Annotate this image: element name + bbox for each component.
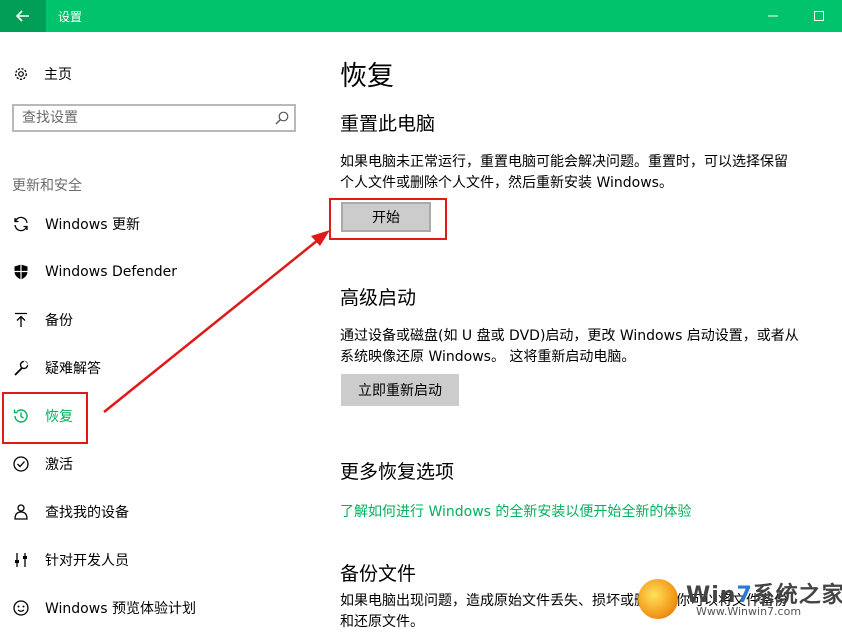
person-location-icon: [12, 503, 30, 521]
home-label: 主页: [44, 67, 72, 83]
maximize-button[interactable]: [796, 0, 842, 32]
wrench-icon: [12, 359, 30, 377]
sidebar-item-label: 备份: [45, 313, 73, 329]
search-input[interactable]: [22, 109, 262, 127]
back-arrow-icon: [16, 10, 29, 22]
shield-icon: [12, 263, 30, 281]
minimize-button[interactable]: [750, 0, 796, 32]
watermark-logo: [638, 579, 678, 619]
backup-files-title: 备份文件: [340, 563, 417, 585]
reset-section-title: 重置此电脑: [340, 113, 436, 135]
reset-start-button[interactable]: 开始: [341, 202, 431, 232]
minimize-icon: [768, 15, 778, 17]
advanced-startup-title: 高级启动: [340, 287, 417, 309]
restart-now-button[interactable]: 立即重新启动: [341, 374, 459, 406]
sidebar-item-troubleshoot[interactable]: 疑难解答: [12, 356, 302, 380]
sidebar-item-find-my-device[interactable]: 查找我的设备: [12, 500, 302, 524]
title-bar: 设置: [0, 0, 842, 32]
group-title: 更新和安全: [12, 178, 82, 194]
sidebar-item-label: 查找我的设备: [45, 505, 129, 521]
watermark-url: Www.Winwin7.com: [696, 605, 802, 618]
home-nav-item[interactable]: 主页: [12, 62, 72, 86]
advanced-startup-description: 通过设备或磁盘(如 U 盘或 DVD)启动，更改 Windows 启动设置，或者…: [340, 328, 799, 365]
sidebar-item-label: 疑难解答: [45, 361, 101, 377]
app-title: 设置: [58, 10, 83, 24]
reset-description: 如果电脑未正常运行，重置电脑可能会解决问题。重置时，可以选择保留个人文件或删除个…: [340, 154, 788, 191]
sidebar-item-label: 激活: [45, 457, 73, 473]
search-box[interactable]: [12, 104, 296, 132]
sidebar-item-activation[interactable]: 激活: [12, 452, 302, 476]
back-button[interactable]: [0, 0, 46, 32]
developer-sliders-icon: [12, 551, 30, 569]
clean-install-link[interactable]: 了解如何进行 Windows 的全新安装以便开始全新的体验: [340, 501, 691, 521]
insider-face-icon: [12, 599, 30, 617]
sidebar-item-label: 针对开发人员: [45, 553, 129, 569]
sidebar-item-label: 恢复: [45, 409, 73, 425]
sync-icon: [12, 215, 30, 233]
sidebar-item-backup[interactable]: 备份: [12, 308, 302, 332]
more-recovery-title: 更多恢复选项: [340, 461, 455, 483]
maximize-icon: [814, 11, 824, 21]
sidebar-item-label: Windows 更新: [45, 217, 140, 233]
gear-icon: [15, 68, 27, 80]
search-icon[interactable]: [274, 110, 290, 126]
history-icon: [12, 407, 30, 425]
check-circle-icon: [12, 455, 30, 473]
sidebar-item-windows-update[interactable]: Windows 更新: [12, 212, 302, 236]
page-title: 恢复: [340, 61, 394, 92]
sidebar-item-label: Windows Defender: [45, 264, 178, 280]
sidebar: 主页 更新和安全 Windows 更新 Windows Defender 备份 …: [0, 32, 312, 625]
sidebar-item-insider-program[interactable]: Windows 预览体验计划: [12, 596, 302, 620]
sidebar-item-windows-defender[interactable]: Windows Defender: [12, 260, 302, 284]
watermark: Win7系统之家 Www.Winwin7.com: [638, 575, 842, 623]
sidebar-item-label: Windows 预览体验计划: [45, 601, 196, 617]
sidebar-item-recovery[interactable]: 恢复: [12, 404, 302, 428]
sidebar-item-for-developers[interactable]: 针对开发人员: [12, 548, 302, 572]
upload-arrow-icon: [12, 311, 30, 329]
